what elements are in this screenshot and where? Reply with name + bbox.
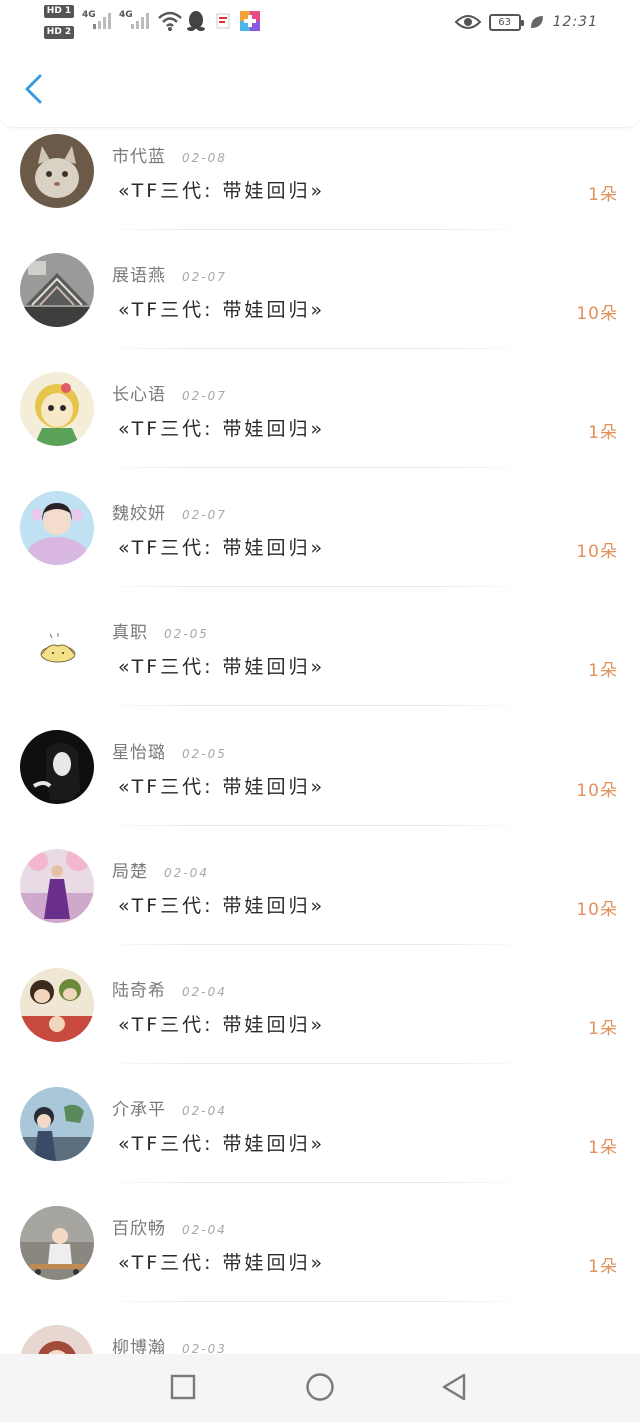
triangle-back-icon[interactable]: [440, 1372, 470, 1402]
gift-title: «TF三代: 带娃回归»: [118, 776, 326, 798]
row-divider: [100, 467, 528, 468]
gift-date: 02-08: [182, 151, 227, 165]
row-divider: [100, 705, 528, 706]
user-name: 百欣畅: [112, 1219, 166, 1239]
avatar[interactable]: [20, 372, 94, 446]
row-divider: [100, 825, 528, 826]
list-item[interactable]: 介承平 02-04 «TF三代: 带娃回归» 1朵: [0, 1087, 640, 1206]
signal-icon-2: [131, 13, 149, 29]
gift-count: 10朵: [576, 900, 618, 920]
wifi-icon: [158, 11, 182, 31]
gift-title: «TF三代: 带娃回归»: [118, 1014, 326, 1036]
list-item[interactable]: 柳博瀚 02-03: [0, 1325, 640, 1354]
gift-date: 02-04: [182, 985, 227, 999]
square-icon[interactable]: [170, 1372, 196, 1402]
avatar[interactable]: [20, 491, 94, 565]
gift-date: 02-07: [182, 270, 227, 284]
avatar[interactable]: [20, 1325, 94, 1354]
gift-count: 1朵: [588, 1138, 618, 1158]
gift-count: 1朵: [588, 1257, 618, 1277]
list-item[interactable]: 市代蓝 02-08 «TF三代: 带娃回归» 1朵: [0, 134, 640, 253]
colorful-app-icon: [240, 11, 260, 31]
user-name: 真职: [112, 623, 148, 643]
signal-icon-1: [93, 13, 111, 29]
list-item[interactable]: 陆奇希 02-04 «TF三代: 带娃回归» 1朵: [0, 968, 640, 1087]
avatar[interactable]: [20, 1206, 94, 1280]
list-item[interactable]: 长心语 02-07 «TF三代: 带娃回归» 1朵: [0, 372, 640, 491]
user-name: 星怡璐: [112, 743, 166, 763]
row-divider: [100, 586, 528, 587]
back-button[interactable]: [18, 72, 50, 106]
gift-count: 10朵: [576, 542, 618, 562]
list-item[interactable]: 百欣畅 02-04 «TF三代: 带娃回归» 1朵: [0, 1206, 640, 1325]
gift-count: 1朵: [588, 661, 618, 681]
gift-record-list[interactable]: 市代蓝 02-08 «TF三代: 带娃回归» 1朵 展语燕 02-07 «TF三…: [0, 128, 640, 1354]
eye-comfort-icon: [454, 15, 481, 29]
user-name: 局楚: [112, 862, 148, 882]
gift-title: «TF三代: 带娃回归»: [118, 299, 326, 321]
gift-date: 02-05: [164, 627, 209, 641]
gift-count: 1朵: [588, 423, 618, 443]
avatar[interactable]: [20, 968, 94, 1042]
status-bar: HD 1 HD 2 4G 4G 63 12:31: [0, 0, 640, 46]
row-divider: [100, 1063, 528, 1064]
list-item[interactable]: 星怡璐 02-05 «TF三代: 带娃回归» 10朵: [0, 730, 640, 849]
avatar[interactable]: [20, 612, 94, 686]
avatar[interactable]: [20, 253, 94, 327]
avatar[interactable]: [20, 730, 94, 804]
gift-date: 02-04: [182, 1223, 227, 1237]
hd-badge-2: HD 2: [44, 26, 74, 39]
gift-title: «TF三代: 带娃回归»: [118, 418, 326, 440]
row-divider: [100, 229, 528, 230]
clock-time: 12:31: [552, 14, 598, 30]
gift-title: «TF三代: 带娃回归»: [118, 537, 326, 559]
gift-title: «TF三代: 带娃回归»: [118, 1133, 326, 1155]
list-item[interactable]: 展语燕 02-07 «TF三代: 带娃回归» 10朵: [0, 253, 640, 372]
gift-date: 02-05: [182, 747, 227, 761]
gift-date: 02-04: [164, 866, 209, 880]
avatar[interactable]: [20, 1087, 94, 1161]
list-item[interactable]: 局楚 02-04 «TF三代: 带娃回归» 10朵: [0, 849, 640, 968]
avatar[interactable]: [20, 134, 94, 208]
battery-indicator: 63: [488, 13, 524, 31]
gift-title: «TF三代: 带娃回归»: [118, 895, 326, 917]
circle-icon[interactable]: [304, 1372, 336, 1402]
gift-title: «TF三代: 带娃回归»: [118, 1252, 326, 1274]
leaf-icon: [530, 16, 543, 28]
list-item[interactable]: 魏姣妍 02-07 «TF三代: 带娃回归» 10朵: [0, 491, 640, 610]
gift-date: 02-07: [182, 508, 227, 522]
qq-penguin-icon: [187, 11, 205, 31]
user-name: 柳博瀚: [112, 1338, 166, 1354]
app-notification-icon: [216, 13, 230, 29]
row-divider: [100, 944, 528, 945]
user-name: 魏姣妍: [112, 504, 166, 524]
gift-title: «TF三代: 带娃回归»: [118, 180, 326, 202]
gift-date: 02-07: [182, 389, 227, 403]
user-name: 市代蓝: [112, 147, 166, 167]
row-divider: [100, 348, 528, 349]
avatar[interactable]: [20, 849, 94, 923]
user-name: 介承平: [112, 1100, 166, 1120]
user-name: 展语燕: [112, 266, 166, 286]
gift-date: 02-04: [182, 1104, 227, 1118]
gift-date: 02-03: [182, 1342, 227, 1354]
gift-count: 1朵: [588, 185, 618, 205]
row-divider: [100, 1182, 528, 1183]
user-name: 长心语: [112, 385, 166, 405]
row-divider: [100, 1301, 528, 1302]
user-name: 陆奇希: [112, 981, 166, 1001]
gift-count: 1朵: [588, 1019, 618, 1039]
gift-count: 10朵: [576, 781, 618, 801]
gift-count: 10朵: [576, 304, 618, 324]
app-header: [0, 46, 640, 128]
hd-badge-1: HD 1: [44, 5, 74, 18]
chevron-left-icon: [25, 74, 42, 104]
list-item[interactable]: 真职 02-05 «TF三代: 带娃回归» 1朵: [0, 610, 640, 729]
gift-title: «TF三代: 带娃回归»: [118, 656, 326, 678]
system-navigation-bar: [0, 1354, 640, 1422]
